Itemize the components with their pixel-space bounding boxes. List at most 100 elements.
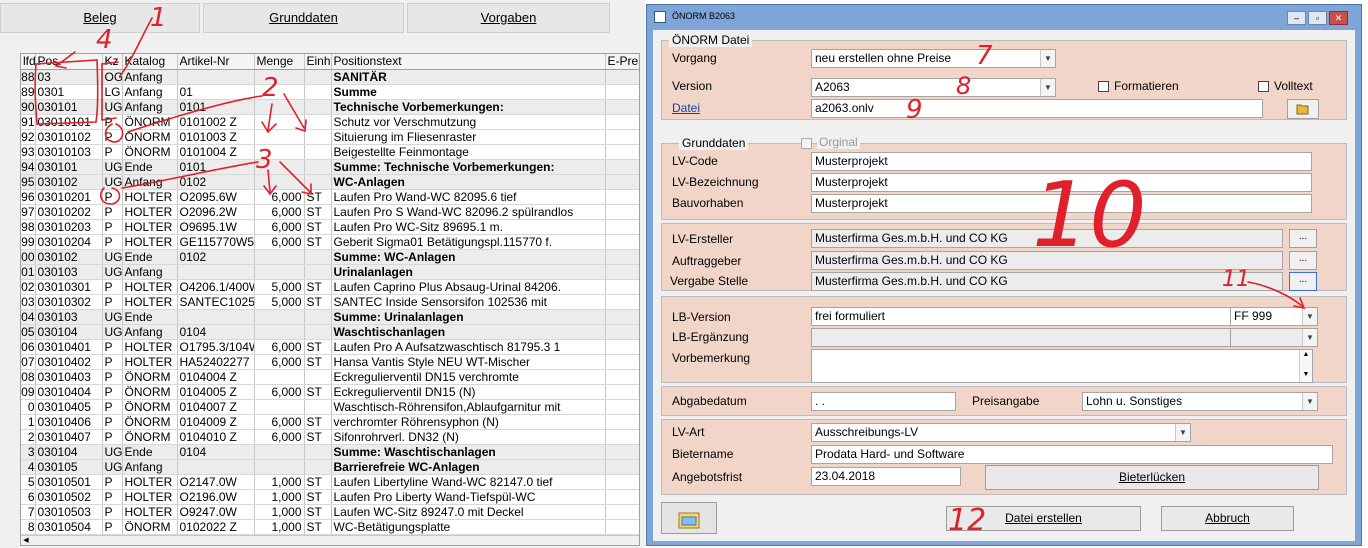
- table-row[interactable]: 01 030103 UG Anfang Urinalanlagen: [21, 264, 639, 280]
- row-index[interactable]: 4: [21, 459, 36, 475]
- cell-einh[interactable]: [304, 129, 332, 145]
- cell-positionstext[interactable]: Laufen Caprino Plus Absaug-Urinal 84206.: [331, 279, 606, 295]
- table-row[interactable]: 2 03010407 P ÖNORM 0104010 Z 6,000 ST Sifonrohr…: [21, 429, 639, 445]
- cell-menge[interactable]: 6,000: [254, 189, 305, 205]
- cell-positionstext[interactable]: Schutz vor Verschmutzung: [331, 114, 606, 130]
- preisangabe-select[interactable]: Lohn u. Sonstiges ▼: [1082, 392, 1318, 411]
- cell-artikel[interactable]: 0101004 Z: [177, 144, 255, 160]
- row-index[interactable]: 90: [21, 99, 36, 115]
- cell-epreis[interactable]: [605, 264, 639, 280]
- row-index[interactable]: 2: [21, 429, 36, 445]
- version-select[interactable]: A2063 ▼: [811, 78, 1056, 97]
- cell-menge[interactable]: [254, 264, 305, 280]
- row-index[interactable]: 01: [21, 264, 36, 280]
- cell-menge[interactable]: 1,000: [254, 504, 305, 520]
- cell-positionstext[interactable]: verchromter Röhrensyphon (N): [331, 414, 606, 430]
- cell-einh[interactable]: [304, 144, 332, 160]
- cell-epreis[interactable]: [605, 159, 639, 175]
- cell-kz[interactable]: P: [102, 279, 123, 295]
- maximize-icon[interactable]: ▫: [1308, 11, 1327, 25]
- tab-beleg[interactable]: Beleg: [0, 3, 200, 33]
- cell-artikel[interactable]: 0104007 Z: [177, 399, 255, 415]
- col-header-epreis[interactable]: E-Preis: [605, 54, 639, 70]
- row-index[interactable]: 3: [21, 444, 36, 460]
- lbversion-select[interactable]: FF 999 ▼: [1230, 307, 1318, 326]
- cell-menge[interactable]: [254, 174, 305, 190]
- cell-einh[interactable]: [304, 69, 332, 85]
- cell-menge[interactable]: 6,000: [254, 204, 305, 220]
- cell-epreis[interactable]: [605, 249, 639, 265]
- cell-katalog[interactable]: HOLTER: [122, 279, 178, 295]
- table-row[interactable]: 99 03010204 P HOLTER GE115770W5 6,000 ST Geberi…: [21, 234, 639, 250]
- cell-einh[interactable]: [304, 444, 332, 460]
- cell-menge[interactable]: [254, 309, 305, 325]
- cell-katalog[interactable]: HOLTER: [122, 234, 178, 250]
- chevron-down-icon[interactable]: ▼: [1040, 50, 1055, 67]
- scroll-down-icon[interactable]: ▼: [1300, 370, 1312, 380]
- cell-positionstext[interactable]: Summe: Waschtischanlagen: [331, 444, 606, 460]
- table-row[interactable]: 7 03010503 P HOLTER O9247.0W 1,000 ST Laufen WC…: [21, 504, 639, 520]
- vorgang-select[interactable]: neu erstellen ohne Preise ▼: [811, 49, 1056, 68]
- cell-pos[interactable]: 03010407: [35, 429, 103, 445]
- cell-kz[interactable]: P: [102, 339, 123, 355]
- cell-pos[interactable]: 03010201: [35, 189, 103, 205]
- cell-artikel[interactable]: O4206.1/400W: [177, 279, 255, 295]
- col-header-kz[interactable]: Kz: [102, 54, 123, 70]
- cell-menge[interactable]: [254, 114, 305, 130]
- cell-katalog[interactable]: ÖNORM: [122, 114, 178, 130]
- cell-menge[interactable]: [254, 129, 305, 145]
- cell-pos[interactable]: 030102: [35, 174, 103, 190]
- cell-katalog[interactable]: HOLTER: [122, 189, 178, 205]
- table-row[interactable]: 96 03010201 P HOLTER O2095.6W 6,000 ST Laufen P…: [21, 189, 639, 205]
- cell-pos[interactable]: 03010202: [35, 204, 103, 220]
- table-row[interactable]: 97 03010202 P HOLTER O2096.2W 6,000 ST Laufen P…: [21, 204, 639, 220]
- cell-pos[interactable]: 03010402: [35, 354, 103, 370]
- cell-katalog[interactable]: Anfang: [122, 99, 178, 115]
- cell-artikel[interactable]: O2096.2W: [177, 204, 255, 220]
- cell-menge[interactable]: [254, 444, 305, 460]
- cell-menge[interactable]: 6,000: [254, 234, 305, 250]
- table-row[interactable]: 6 03010502 P HOLTER O2196.0W 1,000 ST Laufen Pr…: [21, 489, 639, 505]
- cell-einh[interactable]: [304, 84, 332, 100]
- cell-katalog[interactable]: Anfang: [122, 324, 178, 340]
- cell-artikel[interactable]: 0104: [177, 444, 255, 460]
- dialog-titlebar[interactable]: ÖNORM B2063 – ▫ ✕: [647, 5, 1361, 29]
- cell-katalog[interactable]: Ende: [122, 444, 178, 460]
- cell-epreis[interactable]: [605, 189, 639, 205]
- cell-epreis[interactable]: [605, 444, 639, 460]
- table-row[interactable]: 90 030101 UG Anfang 0101 Technische Vorbemerk…: [21, 99, 639, 115]
- cell-pos[interactable]: 03010302: [35, 294, 103, 310]
- cell-einh[interactable]: [304, 264, 332, 280]
- col-header-lfd[interactable]: lfd: [21, 54, 36, 70]
- cell-kz[interactable]: P: [102, 144, 123, 160]
- cell-epreis[interactable]: [605, 399, 639, 415]
- cell-pos[interactable]: 03010501: [35, 474, 103, 490]
- cell-epreis[interactable]: [605, 309, 639, 325]
- cell-pos[interactable]: 03: [35, 69, 103, 85]
- abbruch-button[interactable]: Abbruch: [1161, 506, 1294, 531]
- datei-input[interactable]: a2063.onlv: [811, 99, 1263, 118]
- row-index[interactable]: 95: [21, 174, 36, 190]
- row-index[interactable]: 1: [21, 414, 36, 430]
- cell-menge[interactable]: [254, 399, 305, 415]
- cell-einh[interactable]: [304, 399, 332, 415]
- col-header-katalog[interactable]: Katalog: [122, 54, 178, 70]
- chevron-down-icon[interactable]: ▼: [1175, 424, 1190, 441]
- lversteller-input[interactable]: Musterfirma Ges.m.b.H. und CO KG: [811, 229, 1283, 248]
- cell-pos[interactable]: 030104: [35, 444, 103, 460]
- cell-positionstext[interactable]: Waschtischanlagen: [331, 324, 606, 340]
- minimize-icon[interactable]: –: [1287, 11, 1306, 25]
- cell-artikel[interactable]: [177, 69, 255, 85]
- cell-artikel[interactable]: 01: [177, 84, 255, 100]
- cell-menge[interactable]: 5,000: [254, 294, 305, 310]
- cell-menge[interactable]: 6,000: [254, 384, 305, 400]
- cell-einh[interactable]: ST: [304, 234, 332, 250]
- cell-kz[interactable]: P: [102, 294, 123, 310]
- cell-pos[interactable]: 03010504: [35, 519, 103, 535]
- cell-artikel[interactable]: 0101: [177, 99, 255, 115]
- row-index[interactable]: 8: [21, 519, 36, 535]
- col-header-pos[interactable]: Pos.: [35, 54, 103, 70]
- auftraggeber-input[interactable]: Musterfirma Ges.m.b.H. und CO KG: [811, 251, 1283, 270]
- cell-positionstext[interactable]: Laufen Pro Wand-WC 82095.6 tief: [331, 189, 606, 205]
- cell-menge[interactable]: [254, 144, 305, 160]
